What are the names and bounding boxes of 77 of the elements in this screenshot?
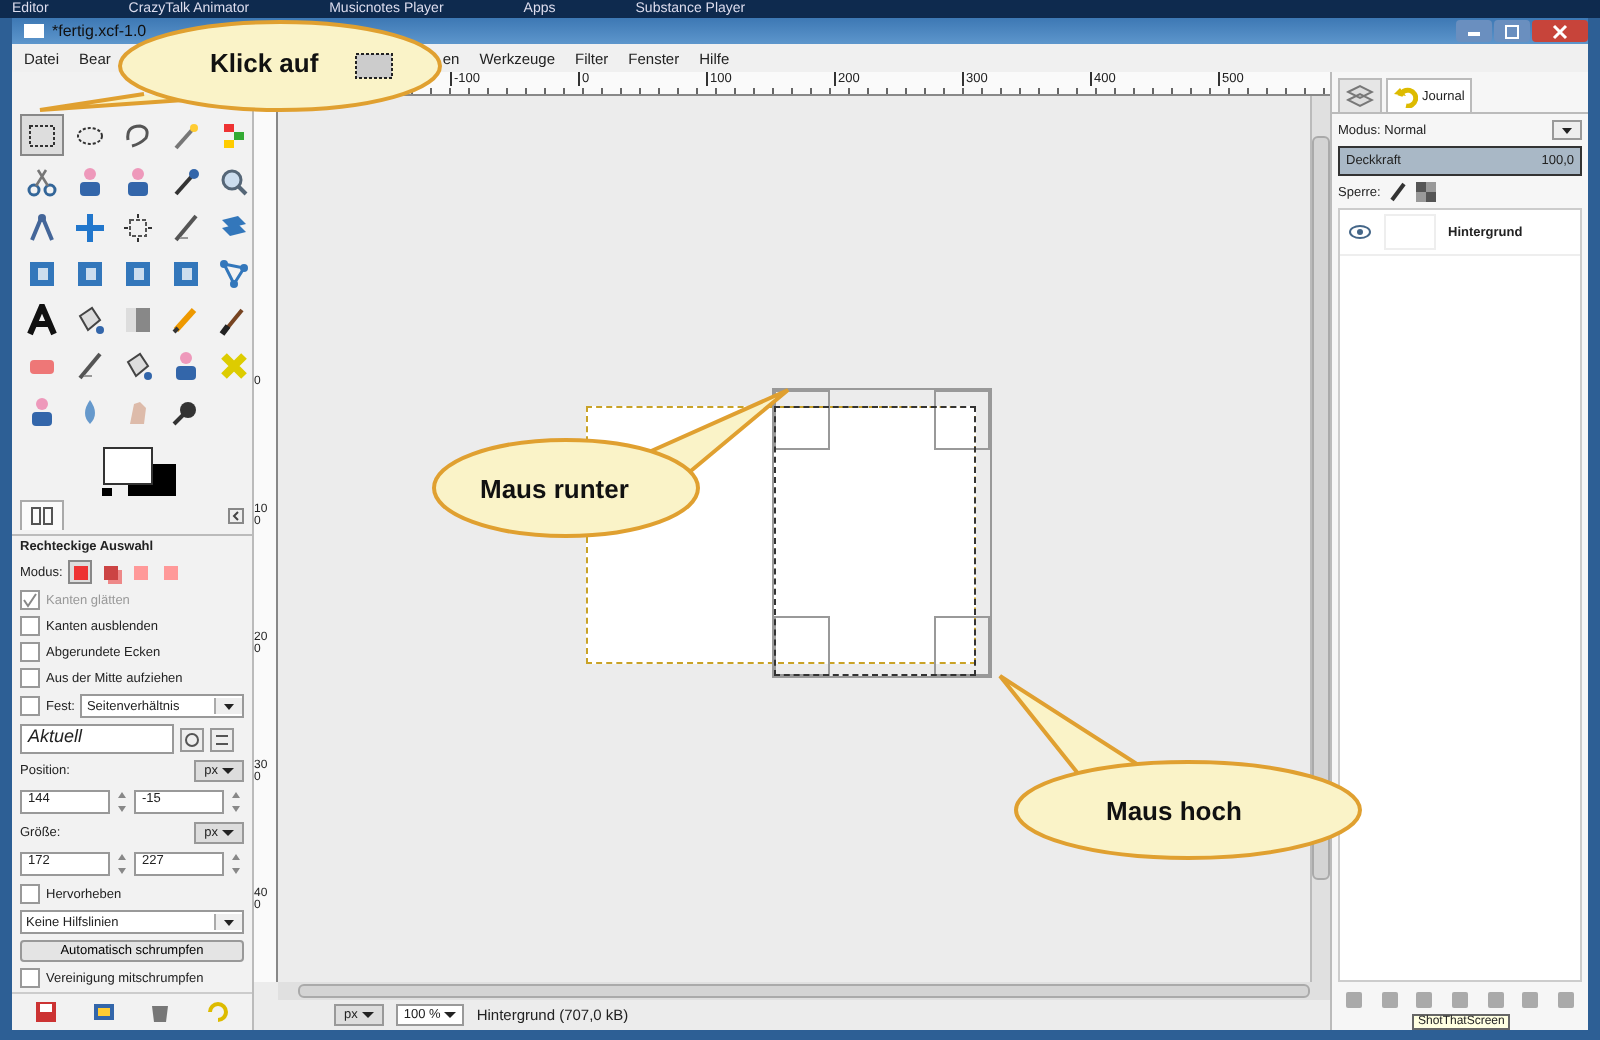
color-swatch-drawing[interactable]	[100, 444, 180, 496]
tool-button[interactable]	[20, 114, 64, 156]
callout-text: Maus hoch	[1106, 796, 1242, 826]
caret-icon	[222, 766, 234, 776]
square-icon	[170, 257, 202, 289]
knife-icon	[170, 211, 202, 243]
compass-icon	[26, 211, 58, 243]
palette-icon	[218, 119, 250, 151]
panel-menu-icon[interactable]	[228, 507, 244, 523]
figure-icon	[170, 349, 202, 381]
swap-icon[interactable]	[210, 727, 234, 751]
caret-icon	[214, 914, 242, 930]
checkbox[interactable]	[20, 696, 40, 716]
checkbox[interactable]	[20, 668, 40, 688]
checkbox[interactable]	[20, 642, 40, 662]
window-title: *fertig.xcf-1.0	[52, 22, 147, 40]
cross-arrows-icon	[74, 211, 106, 243]
lasso-icon	[122, 119, 154, 151]
square-icon	[122, 257, 154, 289]
spinner-arrows-icon[interactable]	[116, 788, 128, 816]
dotted-rectangle-icon	[26, 119, 58, 151]
mode-button[interactable]	[98, 560, 123, 584]
horizontal-scrollbar[interactable]	[278, 982, 1330, 1000]
crop-icon	[122, 211, 154, 243]
maximize-button[interactable]	[1494, 20, 1530, 42]
bucket-icon	[74, 303, 106, 335]
sliders-icon	[30, 506, 54, 526]
brush-icon[interactable]	[1388, 182, 1409, 202]
bucket-icon	[122, 349, 154, 381]
picture-icon[interactable]	[91, 1000, 116, 1024]
pencil-icon	[170, 303, 202, 335]
callout-text: Maus runter	[480, 474, 629, 504]
maximize-icon	[1502, 23, 1522, 39]
figure-icon	[26, 395, 58, 427]
resize-handle[interactable]	[774, 616, 830, 676]
checkbox[interactable]	[20, 884, 40, 904]
wand-icon	[170, 119, 202, 151]
floppy-icon[interactable]	[34, 1000, 59, 1024]
figure-icon	[122, 165, 154, 197]
mode-button[interactable]	[68, 560, 93, 584]
square-icon	[74, 257, 106, 289]
square-icon	[26, 257, 58, 289]
figure-icon	[74, 165, 106, 197]
callout-text: Klick auf	[210, 48, 319, 78]
letter-a-icon	[26, 303, 58, 335]
resize-handle[interactable]	[934, 616, 990, 676]
gradient-icon	[122, 303, 154, 335]
chain-icon[interactable]	[180, 727, 204, 751]
scissors-icon	[26, 165, 58, 197]
caret-icon	[361, 1010, 374, 1020]
eye-icon[interactable]	[1348, 224, 1372, 240]
spinner-arrows-icon[interactable]	[116, 850, 128, 878]
spinner-arrows-icon[interactable]	[230, 850, 242, 878]
cross-icon	[218, 349, 250, 381]
caret-icon	[444, 1010, 457, 1020]
checker-icon[interactable]	[1416, 182, 1437, 202]
document-icon	[24, 24, 44, 38]
tool-options-tab[interactable]	[20, 500, 64, 530]
caret-icon	[222, 828, 234, 838]
knife-icon	[74, 349, 106, 381]
preset-field[interactable]: Aktuell	[20, 724, 174, 754]
stack-icon	[1346, 84, 1374, 108]
checkbox[interactable]	[20, 616, 40, 636]
undo-arrow-icon	[1394, 84, 1418, 108]
panel-tab[interactable]	[1338, 78, 1382, 112]
nodes-icon	[218, 257, 250, 289]
close-button[interactable]	[1532, 20, 1588, 42]
vertical-scrollbar[interactable]	[1310, 96, 1330, 982]
close-icon	[1550, 23, 1570, 39]
dropdown-caret-icon[interactable]	[1552, 120, 1582, 140]
spinner-arrows-icon[interactable]	[230, 788, 242, 816]
magnifier-icon	[218, 165, 250, 197]
minimize-button[interactable]	[1456, 20, 1492, 42]
checkbox[interactable]	[20, 968, 40, 988]
pipette-icon	[170, 165, 202, 197]
resize-handle[interactable]	[934, 390, 990, 450]
caret-icon	[214, 698, 242, 714]
